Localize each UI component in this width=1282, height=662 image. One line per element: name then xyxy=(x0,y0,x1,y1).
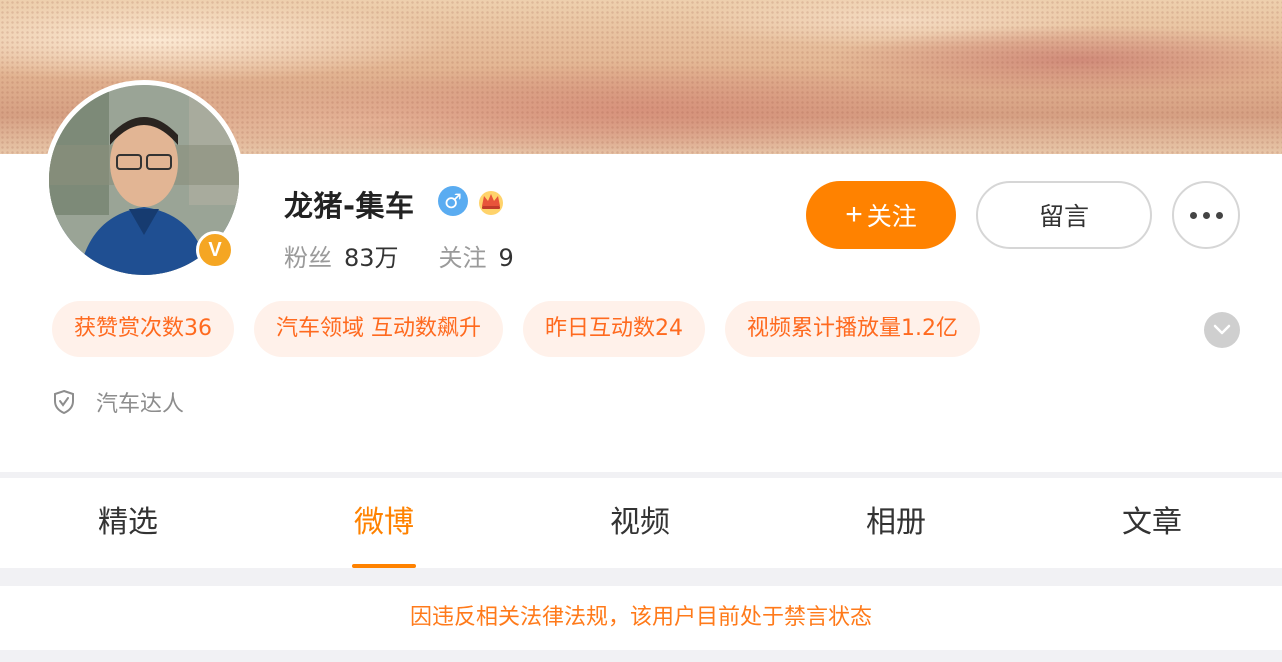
shield-icon xyxy=(54,389,74,415)
plus-icon: + xyxy=(845,198,863,231)
tab-weibo[interactable]: 微博 xyxy=(256,478,512,568)
tab-videos[interactable]: 视频 xyxy=(512,478,768,568)
active-tab-indicator xyxy=(352,564,416,568)
more-options-button[interactable] xyxy=(1172,181,1240,249)
tag-interaction-rising[interactable]: 汽车领域 互动数飙升 xyxy=(254,301,503,357)
male-icon: ♂ xyxy=(438,186,468,216)
tag-yesterday-interactions[interactable]: 昨日互动数24 xyxy=(523,301,705,357)
verification-text: 汽车达人 xyxy=(96,392,185,417)
expand-tags-button[interactable] xyxy=(1204,312,1240,348)
tab-albums[interactable]: 相册 xyxy=(768,478,1024,568)
tab-articles[interactable]: 文章 xyxy=(1024,478,1280,568)
following-label: 关注 xyxy=(438,244,487,272)
more-dot-icon xyxy=(1189,211,1197,219)
fans-count[interactable]: 83万 xyxy=(344,244,399,272)
follow-button[interactable]: + 关注 xyxy=(806,181,956,249)
following-count[interactable]: 9 xyxy=(499,244,514,272)
more-dot-icon xyxy=(1202,211,1210,219)
message-button[interactable]: 留言 xyxy=(976,181,1152,249)
follow-label: 关注 xyxy=(866,203,917,231)
tab-featured[interactable]: 精选 xyxy=(0,478,256,568)
crown-icon xyxy=(479,191,503,215)
verification-row: 汽车达人 xyxy=(52,386,184,418)
chevron-down-icon xyxy=(1213,324,1231,335)
achievement-tags: 获赞赏次数36 汽车领域 互动数飙升 昨日互动数24 视频累计播放量1.2亿 xyxy=(52,301,980,357)
tag-video-plays[interactable]: 视频累计播放量1.2亿 xyxy=(725,301,980,357)
tag-likes[interactable]: 获赞赏次数36 xyxy=(52,301,234,357)
verified-badge-icon: V xyxy=(196,231,234,269)
ban-notice: 因违反相关法律法规，该用户目前处于禁言状态 xyxy=(0,586,1282,650)
username: 龙猪-集车 xyxy=(284,189,415,223)
profile-stats: 粉丝 83万 关注 9 xyxy=(284,238,514,273)
tab-bar: 精选 微博 视频 相册 文章 xyxy=(0,478,1282,568)
fans-label: 粉丝 xyxy=(284,244,332,272)
more-dot-icon xyxy=(1215,211,1223,219)
